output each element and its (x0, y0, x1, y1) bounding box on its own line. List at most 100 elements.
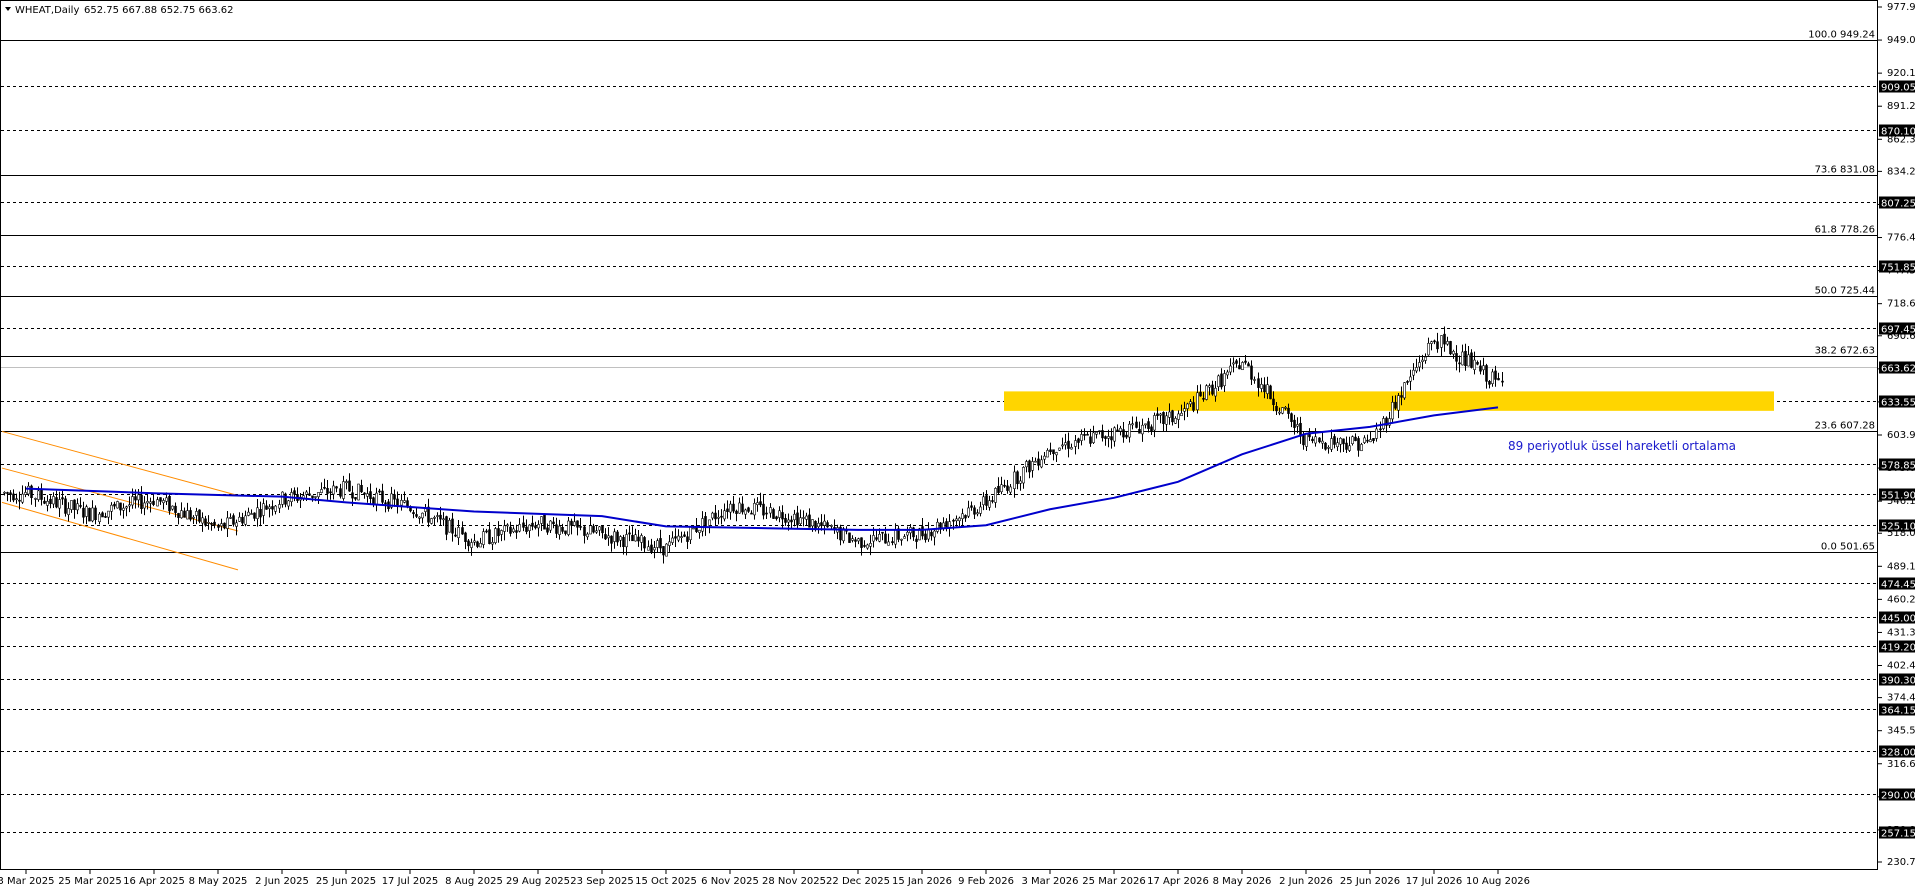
candle-body (186, 510, 189, 520)
candle-body (891, 541, 894, 544)
candle-body (903, 536, 906, 539)
candle-body (933, 530, 936, 538)
level-price-label: 870.10 (1881, 127, 1916, 138)
candle-body (1449, 341, 1452, 355)
candle-body (945, 521, 948, 528)
candle-body (1186, 403, 1189, 409)
candle-body (342, 481, 345, 499)
candle-body (168, 496, 171, 512)
candle-body (793, 513, 796, 521)
y-tick-label: 489.15 (1887, 561, 1916, 572)
candle-body (494, 528, 497, 543)
candle-body (98, 513, 101, 523)
candle-body (732, 503, 735, 512)
ohlc-readout: 652.75 667.88 652.75 663.62 (84, 5, 234, 16)
candle-body (1348, 445, 1351, 451)
candle-body (1232, 362, 1235, 365)
candle-body (701, 518, 704, 532)
candle-body (579, 526, 582, 528)
candle-body (1293, 419, 1296, 428)
candle-body (1470, 352, 1473, 368)
candle-body (531, 522, 534, 527)
candle-body (820, 522, 823, 527)
candle-body (1125, 434, 1128, 438)
candle-body (253, 512, 256, 519)
candle-body (473, 540, 476, 543)
candle-body (271, 506, 274, 510)
candle-body (195, 511, 198, 516)
candle-body (1110, 436, 1113, 441)
candle-body (1476, 362, 1479, 365)
candle-body (116, 501, 119, 509)
candle-body (991, 500, 994, 502)
candle-body (162, 500, 165, 504)
candle-body (506, 524, 509, 527)
candle-body (1263, 384, 1266, 393)
x-axis: 3 Mar 2025 25 Mar 2025 16 Apr 2025 8 May 20… (0, 870, 1530, 887)
candle-body (226, 517, 229, 529)
candle-body (863, 545, 866, 547)
candle-body (192, 516, 195, 519)
candle-body (1287, 407, 1290, 414)
candle-body (604, 534, 607, 540)
candle-body (647, 546, 650, 551)
x-tick-label: 10 Aug 2026 (1466, 876, 1530, 887)
candle-body (1379, 428, 1382, 431)
y-tick-label: 230.75 (1887, 857, 1916, 868)
candle-body (985, 495, 988, 506)
candle-body (366, 493, 369, 497)
x-tick-label: 6 Nov 2025 (701, 876, 759, 887)
candle-body (180, 510, 183, 519)
candle-body (1418, 362, 1421, 368)
x-tick-label: 15 Oct 2025 (635, 876, 697, 887)
dropdown-triangle-icon[interactable] (5, 7, 11, 11)
candle-body (1479, 365, 1482, 372)
candle-body (1394, 401, 1397, 409)
candle-body (1229, 365, 1232, 373)
candle-body (976, 512, 979, 515)
candle-body (1165, 415, 1168, 425)
candle-body (1171, 410, 1174, 423)
candle-body (278, 504, 281, 509)
candle-body (1135, 421, 1138, 428)
candle-body (817, 522, 820, 528)
candle-body (326, 487, 329, 494)
candle-body (866, 544, 869, 549)
channel-line[interactable] (1, 430, 239, 497)
candle-body (1238, 365, 1241, 370)
level-price-label: 364.15 (1881, 706, 1916, 717)
candle-body (1077, 438, 1080, 443)
candle-body (369, 491, 372, 499)
candle-body (137, 494, 140, 501)
candle-body (442, 518, 445, 521)
candle-body (393, 494, 396, 500)
candle-body (567, 520, 570, 535)
candle-body (1052, 449, 1055, 455)
x-tick-label: 3 Mar 2026 (1021, 876, 1078, 887)
candle-body (34, 498, 37, 500)
candle-body (518, 524, 521, 532)
candle-body (958, 517, 961, 522)
candle-body (564, 530, 567, 534)
candle-body (1067, 440, 1070, 449)
fib-label: 0.0 501.65 (1821, 542, 1875, 553)
candle-body (381, 490, 384, 503)
fib-label: 73.6 831.08 (1815, 165, 1875, 176)
candle-body (1174, 418, 1177, 424)
candle-body (1086, 433, 1089, 436)
candle-body (1415, 367, 1418, 372)
price-chart[interactable]: WHEAT,Daily 652.75 667.88 652.75 663.62 … (0, 0, 1916, 888)
candle-body (82, 507, 85, 518)
candle-body (698, 529, 701, 533)
candle-body (787, 519, 790, 523)
x-tick-label: 3 Mar 2025 (0, 876, 55, 887)
ema-89-line[interactable] (25, 406, 1499, 531)
candle-body (1296, 424, 1299, 427)
candle-body (656, 540, 659, 548)
candle-body (427, 506, 430, 523)
support-zone[interactable] (1004, 391, 1774, 411)
candle-body (979, 506, 982, 514)
candle-body (982, 496, 985, 506)
candle-body (94, 507, 97, 521)
y-tick-label: 920.10 (1887, 68, 1916, 79)
